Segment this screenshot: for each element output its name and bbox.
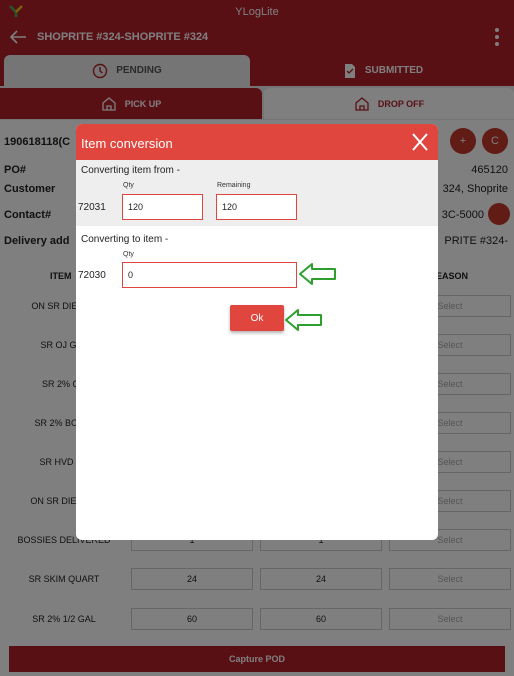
from-item-code: 72031	[78, 202, 106, 213]
from-qty-label: Qty	[123, 182, 134, 189]
item-conversion-dialog: Item conversion Converting item from - Q…	[76, 124, 438, 540]
dialog-header: Item conversion	[76, 124, 438, 160]
close-icon[interactable]	[408, 130, 432, 154]
to-qty-input[interactable]: 0	[122, 262, 297, 288]
remaining-field: 120	[216, 194, 297, 220]
to-item-code: 72030	[78, 270, 106, 281]
from-qty-field[interactable]: 120	[122, 194, 203, 220]
dialog-title: Item conversion	[81, 136, 173, 151]
annotation-arrow-icon	[285, 309, 322, 331]
converting-from-label: Converting item from -	[81, 165, 180, 176]
remaining-label: Remaining	[217, 182, 251, 189]
converting-to-label: Converting to item -	[81, 234, 169, 245]
to-qty-label: Qty	[123, 251, 134, 258]
annotation-arrow-icon	[299, 263, 336, 285]
ok-button[interactable]: Ok	[230, 305, 284, 331]
converting-from-section: Converting item from - Qty Remaining 720…	[76, 160, 438, 226]
